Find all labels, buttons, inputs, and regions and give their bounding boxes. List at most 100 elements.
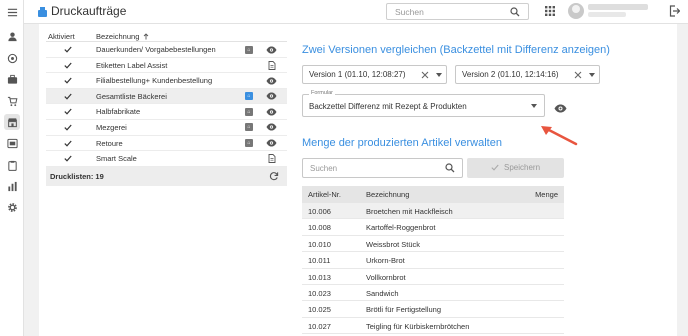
article-name: Broetchen mit Hackfleisch — [366, 207, 453, 216]
apps-grid-icon[interactable] — [545, 6, 555, 16]
formular-value: Backzettel Differenz mit Rezept & Produk… — [309, 102, 467, 111]
version2-select[interactable]: Version 2 (01.10, 12:14:16) — [455, 65, 600, 84]
refresh-icon[interactable] — [269, 171, 279, 181]
article-row[interactable]: 10.013 Vollkornbrot — [302, 269, 564, 285]
compare-title: Zwei Versionen vergleichen (Backzettel m… — [302, 44, 610, 56]
save-label: Speichern — [504, 163, 541, 172]
checkmark-icon[interactable] — [64, 108, 72, 116]
formular-select[interactable]: Formular Backzettel Differenz mit Rezept… — [302, 90, 545, 117]
article-row[interactable]: 10.006 Broetchen mit Hackfleisch — [302, 203, 564, 220]
eye-icon[interactable] — [266, 46, 277, 54]
edit-form-icon[interactable]: ⌂ — [245, 107, 253, 116]
page-title: Druckaufträge — [51, 4, 127, 18]
chart-icon[interactable] — [4, 178, 20, 194]
search-placeholder: Suchen — [395, 7, 424, 17]
article-nr: 10.011 — [308, 256, 331, 266]
document-icon[interactable] — [268, 60, 276, 70]
article-table: Artikel-Nr. Bezeichnung Menge 10.006 Broe… — [302, 186, 564, 335]
user-icon[interactable] — [4, 28, 20, 44]
global-search-input[interactable]: Suchen — [386, 3, 529, 20]
eye-icon[interactable] — [266, 139, 277, 147]
version1-select[interactable]: Version 1 (01.10, 12:08:27) — [302, 65, 447, 84]
document-icon[interactable] — [268, 154, 276, 164]
formular-label: Formular — [309, 90, 336, 96]
cart-icon[interactable] — [4, 93, 20, 109]
gear-icon[interactable] — [4, 199, 20, 215]
clear-version1-icon[interactable] — [421, 71, 429, 79]
menu-icon[interactable] — [4, 4, 20, 20]
avatar[interactable] — [568, 3, 584, 19]
col-article-nr-header[interactable]: Artikel-Nr. — [308, 190, 341, 199]
col-name-header[interactable]: Bezeichnung — [366, 190, 409, 199]
print-list-name: Smart Scale — [96, 154, 137, 164]
eye-icon[interactable] — [266, 92, 277, 100]
print-list-row[interactable]: Gesamtliste Bäckerei ⌂ — [46, 88, 287, 105]
clipboard-icon[interactable] — [4, 157, 20, 173]
sort-asc-icon[interactable] — [143, 33, 149, 40]
nav-rail — [0, 0, 24, 336]
article-row[interactable]: 10.011 Urkorn-Brot — [302, 252, 564, 269]
quantity-title: Menge der produzierten Artikel verwalten — [302, 137, 502, 149]
article-name: Sandwich — [366, 288, 399, 298]
search-icon — [510, 7, 520, 17]
print-list-row[interactable]: Filialbestellung+ Kundenbestellung — [46, 73, 287, 89]
col-quantity-header[interactable]: Menge — [535, 190, 558, 199]
print-list-row[interactable]: Retoure ⌂ — [46, 136, 287, 152]
print-list-row[interactable]: Smart Scale — [46, 151, 287, 167]
checkmark-icon[interactable] — [64, 77, 72, 84]
chevron-down-icon[interactable] — [531, 104, 537, 108]
article-nr: 10.008 — [308, 223, 331, 233]
edit-form-icon[interactable]: ⌂ — [245, 139, 253, 148]
eye-icon[interactable] — [266, 108, 277, 116]
checkmark-icon[interactable] — [64, 62, 72, 69]
print-list-footer: Drucklisten: 19 — [46, 167, 287, 186]
briefcase-icon[interactable] — [4, 71, 20, 87]
edit-form-icon[interactable]: ⌂ — [245, 92, 253, 101]
col-name-header[interactable]: Bezeichnung — [96, 32, 139, 41]
checkmark-icon[interactable] — [64, 46, 72, 53]
eye-icon[interactable] — [266, 77, 277, 85]
annotation-arrow — [541, 126, 578, 146]
checkmark-icon[interactable] — [64, 155, 72, 162]
print-list-row[interactable]: Etiketten Label Assist — [46, 58, 287, 74]
check-icon — [491, 164, 499, 171]
checkmark-icon[interactable] — [64, 93, 72, 100]
version1-value: Version 1 (01.10, 12:08:27) — [309, 70, 406, 79]
chevron-down-icon[interactable] — [589, 73, 595, 77]
target-icon[interactable] — [4, 50, 20, 66]
app-logo-icon — [38, 7, 47, 17]
print-list-header: Aktiviert Bezeichnung — [46, 32, 287, 42]
save-button[interactable]: Speichern — [467, 158, 564, 178]
article-row[interactable]: 10.023 Sandwich — [302, 285, 564, 302]
checkmark-icon[interactable] — [64, 124, 72, 131]
print-list-row[interactable]: Halbfabrikate ⌂ — [46, 104, 287, 120]
print-list-row[interactable]: Mezgerei ⌂ — [46, 120, 287, 136]
store-icon[interactable] — [4, 114, 20, 130]
article-nr: 10.013 — [308, 272, 331, 282]
print-list-name: Mezgerei — [96, 122, 127, 132]
checkmark-icon[interactable] — [64, 140, 72, 147]
edit-form-icon[interactable]: ⌂ — [245, 45, 253, 54]
article-nr: 10.006 — [308, 207, 331, 216]
clear-version2-icon[interactable] — [574, 71, 582, 79]
article-row[interactable]: 10.025 Brötli für Fertigstellung — [302, 301, 564, 318]
print-list-count: Drucklisten: 19 — [50, 172, 104, 181]
article-search-input[interactable]: Suchen — [302, 158, 463, 178]
eye-icon[interactable] — [266, 123, 277, 131]
print-list-name: Gesamtliste Bäckerei — [96, 91, 167, 101]
article-row[interactable]: 10.008 Kartoffel-Roggenbrot — [302, 219, 564, 236]
chevron-down-icon[interactable] — [436, 73, 442, 77]
dashboard-icon[interactable] — [4, 135, 20, 151]
col-active-header[interactable]: Aktiviert — [48, 32, 75, 41]
main-card: Aktiviert Bezeichnung Dauerkunden/ Vorga… — [39, 24, 677, 336]
print-list-row[interactable]: Dauerkunden/ Vorgabebestellungen ⌂ — [46, 42, 287, 58]
preview-eye-icon[interactable] — [554, 104, 567, 113]
article-row[interactable]: 10.010 Weissbrot Stück — [302, 236, 564, 253]
article-search-placeholder: Suchen — [310, 164, 338, 173]
article-nr: 10.023 — [308, 288, 331, 298]
article-name: Urkorn-Brot — [366, 256, 405, 266]
edit-form-icon[interactable]: ⌂ — [245, 123, 253, 132]
logout-icon[interactable] — [669, 5, 680, 17]
article-row[interactable]: 10.027 Teigling für Kürbiskernbrötchen — [302, 318, 564, 335]
article-table-header: Artikel-Nr. Bezeichnung Menge — [302, 186, 564, 203]
